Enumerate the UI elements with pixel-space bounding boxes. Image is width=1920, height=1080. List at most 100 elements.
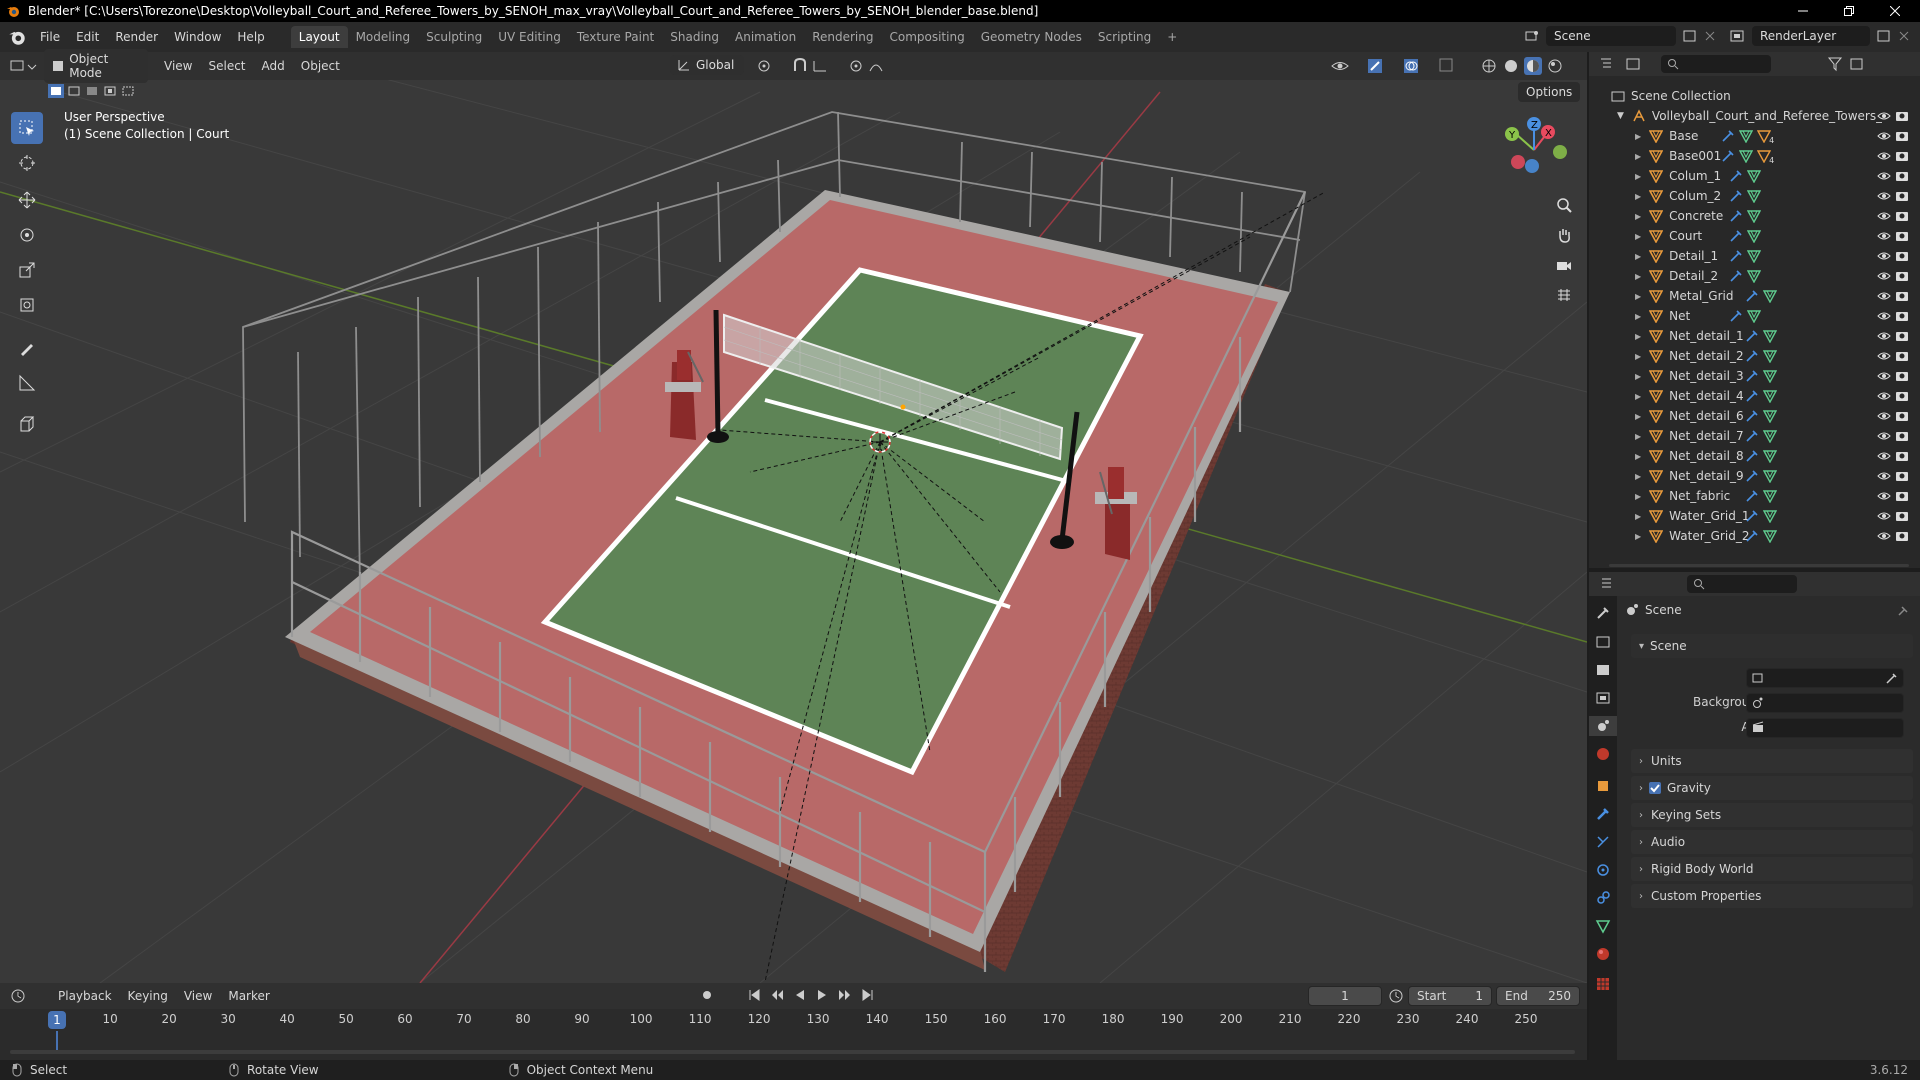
eye-visibility-icon[interactable] <box>1877 349 1891 363</box>
eye-visibility-icon[interactable] <box>1877 189 1891 203</box>
mesh-data-icon[interactable] <box>1763 429 1778 443</box>
mesh-data-icon[interactable] <box>1747 269 1762 283</box>
render-visibility-icon[interactable] <box>1895 429 1909 443</box>
render-visibility-icon[interactable] <box>1895 409 1909 423</box>
tab-layout[interactable]: Layout <box>290 26 348 48</box>
collapse-arrow-icon[interactable]: ▼ <box>1617 111 1624 121</box>
modifier-icon[interactable] <box>1729 269 1743 283</box>
frame-ruler[interactable]: 1 10 20 30 40 50 60 70 80 90 100 110 120 130 140 150 160… <box>0 1009 1587 1031</box>
units-section[interactable]: › Units <box>1631 749 1913 773</box>
eye-visibility-icon[interactable] <box>1877 469 1891 483</box>
eye-visibility-icon[interactable] <box>1877 169 1891 183</box>
render-layer-icon[interactable] <box>1730 28 1746 44</box>
modifier-icon[interactable] <box>1745 329 1759 343</box>
tab-geometry-nodes[interactable]: Geometry Nodes <box>973 26 1090 48</box>
eye-visibility-icon[interactable] <box>1877 229 1891 243</box>
blender-menu-icon[interactable] <box>8 28 26 46</box>
eye-visibility-icon[interactable] <box>1877 389 1891 403</box>
ruler-current-frame[interactable]: 1 <box>48 1011 66 1029</box>
new-layer-icon[interactable] <box>1876 28 1892 44</box>
menu-edit[interactable]: Edit <box>68 27 107 47</box>
outliner-editor-icon[interactable] <box>1599 56 1625 72</box>
expand-arrow-icon[interactable]: ▶ <box>1635 132 1641 141</box>
timeline-scrollbar[interactable] <box>10 1050 1575 1054</box>
timeline-menu-keying[interactable]: Keying <box>120 986 176 1006</box>
modifier-icon[interactable] <box>1745 529 1759 543</box>
rendered-shading-icon[interactable] <box>1546 57 1564 75</box>
navigation-gizmo[interactable]: Z X Y <box>1496 112 1576 192</box>
display-mode-icon[interactable] <box>1625 56 1651 72</box>
modifier-icon[interactable] <box>1745 469 1759 483</box>
snap-icon[interactable] <box>792 57 832 75</box>
outliner-item-net-detail-3[interactable]: ▶ Net_detail_3 <box>1589 366 1920 386</box>
render-visibility-icon[interactable] <box>1895 149 1909 163</box>
scene-tab-icon[interactable] <box>1589 716 1617 736</box>
particles-tab-icon[interactable] <box>1589 832 1617 852</box>
wireframe-shading-icon[interactable] <box>1480 57 1498 75</box>
tab-sculpting[interactable]: Sculpting <box>418 26 490 48</box>
preview-range-icon[interactable] <box>1388 988 1404 1004</box>
mesh-data-icon[interactable] <box>1763 369 1778 383</box>
render-visibility-icon[interactable] <box>1895 469 1909 483</box>
new-scene-icon[interactable] <box>1682 28 1698 44</box>
outliner-item-net-detail-4[interactable]: ▶ Net_detail_4 <box>1589 386 1920 406</box>
solid-shading-icon[interactable] <box>1502 57 1520 75</box>
select-intersect-icon[interactable] <box>120 84 136 98</box>
camera-view-button[interactable] <box>1551 252 1577 278</box>
timeline-editor[interactable]: Playback Keying View Marker 1 Start 1 End… <box>0 983 1587 1060</box>
mesh-data-icon[interactable] <box>1747 309 1762 323</box>
mesh-data-icon[interactable] <box>1763 329 1778 343</box>
modifier-icon[interactable] <box>1745 429 1759 443</box>
eye-visibility-icon[interactable] <box>1877 269 1891 283</box>
timeline-menu-view[interactable]: View <box>176 986 220 1006</box>
play-icon[interactable] <box>816 989 828 1001</box>
tool-rotate[interactable] <box>11 219 43 251</box>
outliner-item-net-detail-2[interactable]: ▶ Net_detail_2 <box>1589 346 1920 366</box>
rigid-body-world-section[interactable]: › Rigid Body World <box>1631 857 1913 881</box>
mesh-data-icon[interactable] <box>1747 169 1762 183</box>
menu-file[interactable]: File <box>32 27 68 47</box>
mesh-data-icon[interactable] <box>1747 209 1762 223</box>
transform-orientation[interactable]: Global <box>670 55 744 75</box>
mesh-data-icon[interactable] <box>1747 229 1762 243</box>
tab-texture-paint[interactable]: Texture Paint <box>569 26 662 48</box>
outliner-item-water-grid-1[interactable]: ▶ Water_Grid_1 <box>1589 506 1920 526</box>
outliner-item-water-grid-2[interactable]: ▶ Water_Grid_2 <box>1589 526 1920 546</box>
xray-toggle-icon[interactable] <box>1438 57 1456 75</box>
collection-row[interactable]: ▼ Volleyball_Court_and_Referee_Towers_t <box>1589 106 1920 126</box>
select-subtract-icon[interactable] <box>84 84 100 98</box>
render-visibility-icon[interactable] <box>1895 389 1909 403</box>
material-shading-icon[interactable] <box>1524 57 1542 75</box>
world-tab-icon[interactable] <box>1589 744 1617 764</box>
modifier-icon[interactable] <box>1745 449 1759 463</box>
expand-arrow-icon[interactable]: ▶ <box>1635 372 1641 381</box>
outliner-item-detail-2[interactable]: ▶ Detail_2 <box>1589 266 1920 286</box>
data-tab-icon[interactable] <box>1589 916 1617 936</box>
outliner-search-input[interactable] <box>1661 55 1771 73</box>
vp-menu-select[interactable]: Select <box>200 56 253 76</box>
eye-visibility-icon[interactable] <box>1877 429 1891 443</box>
mesh-data-icon[interactable] <box>1739 129 1754 143</box>
modifier-icon[interactable] <box>1721 129 1735 143</box>
tab-modeling[interactable]: Modeling <box>348 26 419 48</box>
mesh-data-icon[interactable] <box>1739 149 1754 163</box>
mesh-data-icon[interactable] <box>1763 409 1778 423</box>
object-tab-icon[interactable] <box>1589 776 1617 796</box>
timeline-editor-icon[interactable] <box>10 988 40 1004</box>
start-frame-field[interactable]: Start 1 <box>1408 986 1492 1006</box>
modifier-icon[interactable] <box>1745 489 1759 503</box>
select-extend-icon[interactable] <box>66 84 82 98</box>
add-workspace-button[interactable]: + <box>1159 26 1185 48</box>
delete-scene-icon[interactable] <box>1704 30 1716 42</box>
tool-select-box[interactable] <box>11 112 43 144</box>
render-visibility-icon[interactable] <box>1895 489 1909 503</box>
physics-tab-icon[interactable] <box>1589 860 1617 880</box>
menu-render[interactable]: Render <box>107 27 166 47</box>
eye-visibility-icon[interactable] <box>1877 369 1891 383</box>
expand-arrow-icon[interactable]: ▶ <box>1635 272 1641 281</box>
modifier-icon[interactable] <box>1729 309 1743 323</box>
eye-visibility-icon[interactable] <box>1877 509 1891 523</box>
outliner-item-concrete[interactable]: ▶ Concrete <box>1589 206 1920 226</box>
modifier-icon[interactable] <box>1729 249 1743 263</box>
3d-viewport[interactable]: User Perspective (1) Scene Collection | … <box>0 52 1587 983</box>
